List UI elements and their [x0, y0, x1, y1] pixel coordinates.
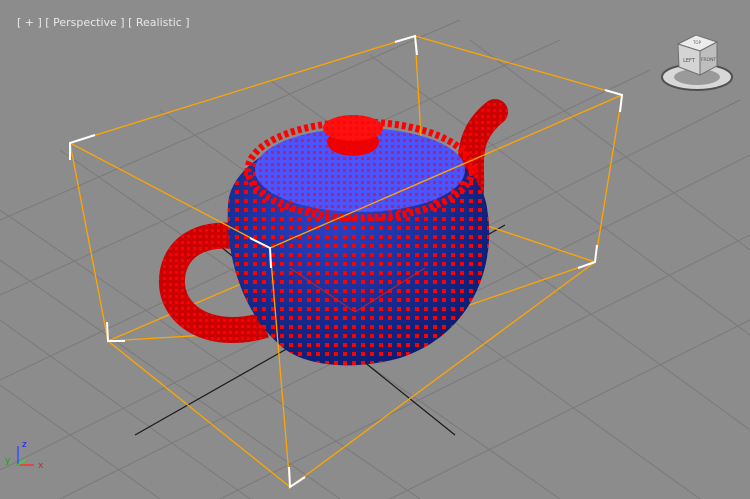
- viewcube[interactable]: TOP LEFT FRONT: [660, 30, 735, 95]
- viewport-scene[interactable]: [0, 0, 750, 499]
- axis-z-label: z: [22, 440, 27, 450]
- viewcube-top-label: TOP: [692, 40, 702, 45]
- viewcube-front-label: FRONT: [701, 57, 717, 63]
- viewcube-left-label: LEFT: [683, 58, 696, 64]
- viewport-label: [ + ] [ Perspective ] [ Realistic ]: [3, 3, 190, 42]
- axis-x-label: x: [38, 461, 44, 471]
- axis-y-label: y: [5, 456, 11, 466]
- viewport-menu-button[interactable]: [ + ]: [17, 16, 42, 29]
- shading-mode-label[interactable]: [ Realistic ]: [128, 16, 190, 29]
- view-type-label[interactable]: [ Perspective ]: [45, 16, 124, 29]
- axis-tripod: z y x: [5, 440, 44, 471]
- teapot-object[interactable]: [158, 99, 508, 366]
- viewport-perspective[interactable]: [ + ] [ Perspective ] [ Realistic ] TOP …: [0, 0, 750, 499]
